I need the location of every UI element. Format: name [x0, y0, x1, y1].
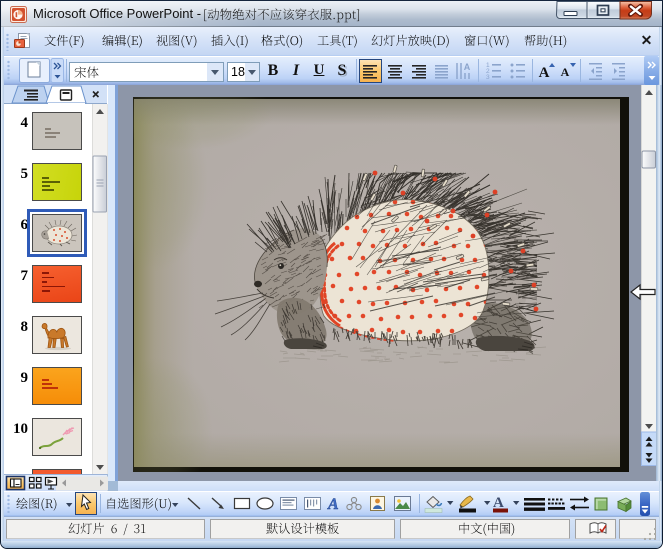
svg-text:3: 3	[486, 74, 490, 81]
svg-text:A: A	[327, 496, 339, 513]
svg-text:A: A	[561, 65, 570, 79]
svg-text:A: A	[464, 62, 471, 72]
svg-text:A: A	[539, 65, 550, 81]
